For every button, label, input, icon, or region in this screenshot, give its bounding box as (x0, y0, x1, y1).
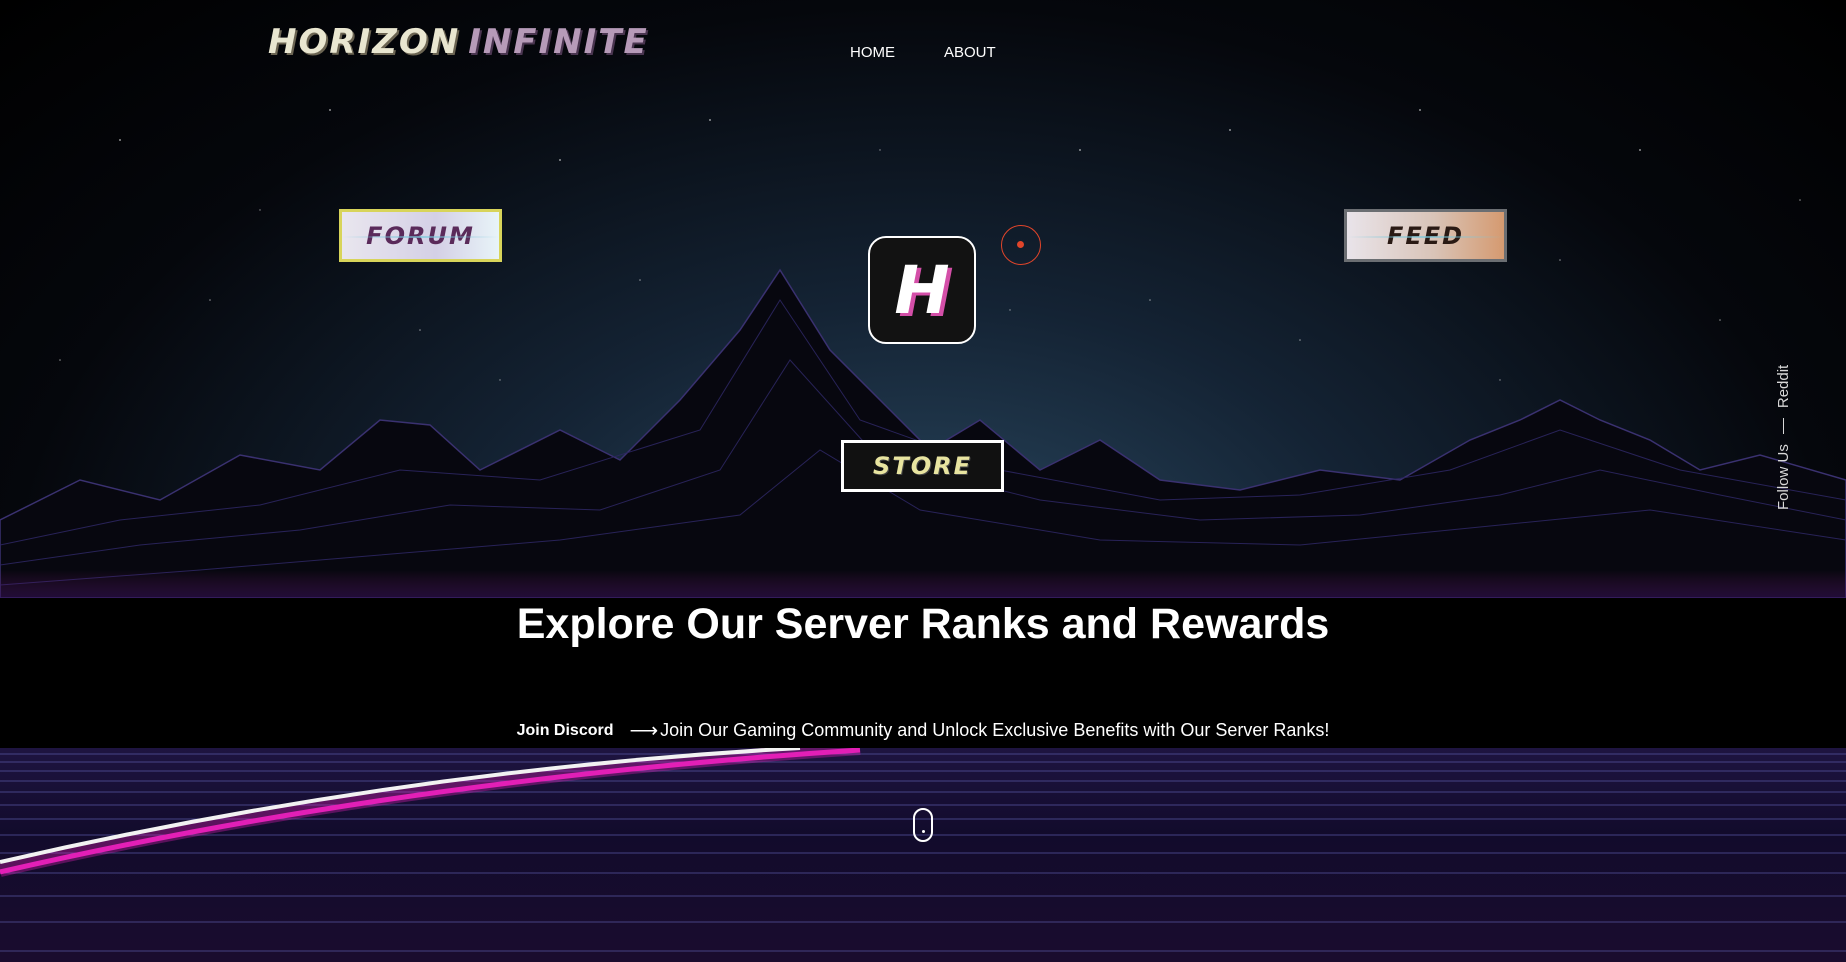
arrow-right-icon: ⟶ (629, 720, 659, 742)
join-discord-link[interactable]: Join Discord (517, 722, 614, 740)
social-sidebar: Follow Us Reddit (1775, 340, 1799, 510)
divider (1783, 418, 1784, 435)
tagline: Join Our Gaming Community and Unlock Exc… (660, 720, 1330, 740)
scroll-mouse-icon[interactable] (913, 808, 933, 842)
store-button[interactable]: STORE (841, 440, 1004, 492)
store-button-label: STORE (873, 452, 972, 480)
nav-home-link[interactable]: HOME (850, 44, 895, 61)
server-logo-icon: H (868, 236, 976, 344)
target-icon (1001, 225, 1041, 265)
server-logo-letter: H (894, 251, 950, 329)
nav-about-link[interactable]: ABOUT (944, 44, 996, 61)
feed-button[interactable]: FEED (1344, 209, 1507, 262)
logo-word-horizon: HORIZON (268, 22, 461, 62)
retro-grid-background (0, 748, 1846, 962)
forum-button[interactable]: FORUM (339, 209, 502, 262)
logo-word-infinite: INFINITE (468, 22, 649, 62)
follow-us-label: Follow Us (1775, 444, 1792, 510)
retro-grid-lines (0, 748, 1846, 952)
page-title: Explore Our Server Ranks and Rewards (516, 600, 1330, 648)
reddit-link[interactable]: Reddit (1775, 365, 1792, 408)
discord-cta: Join Discord ⟶ Join Our Gaming Community… (0, 718, 1846, 743)
site-logo[interactable]: HORIZON INFINITE (268, 22, 649, 62)
button-stripe (342, 236, 499, 238)
button-stripe (1347, 236, 1504, 238)
